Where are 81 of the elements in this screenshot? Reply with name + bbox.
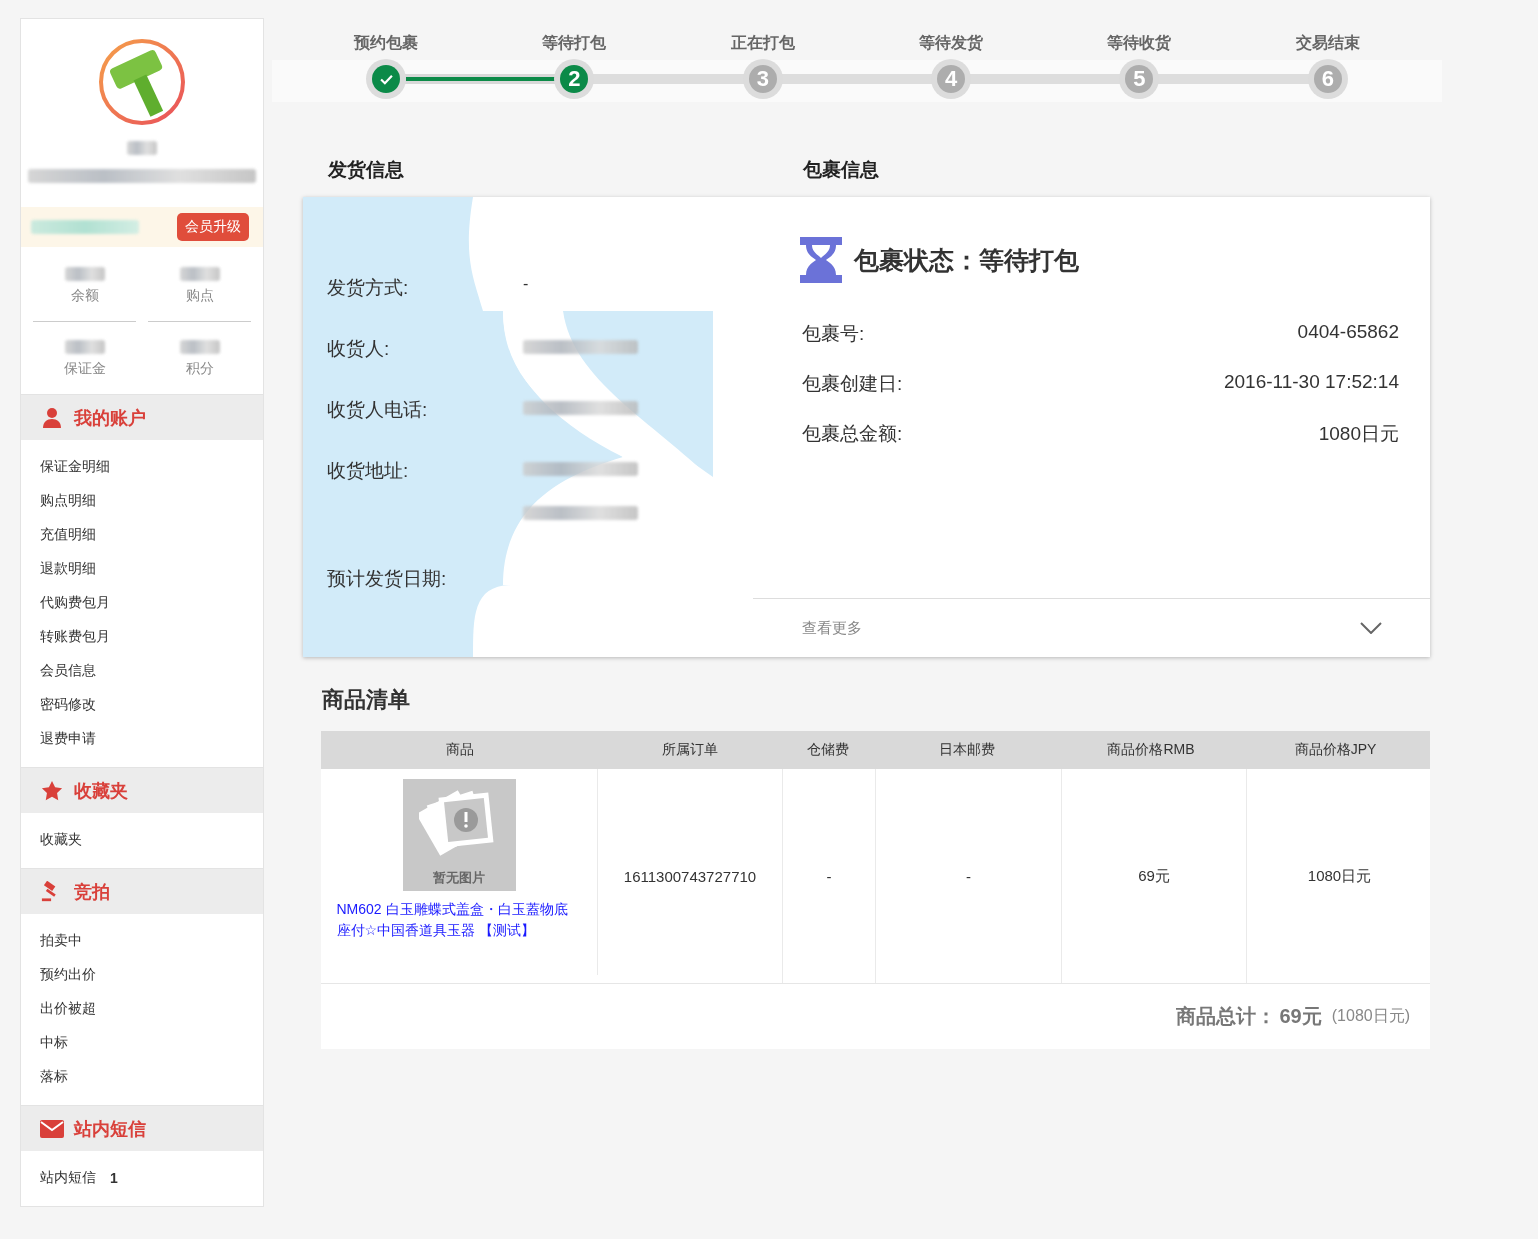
column-header: 日本邮费	[937, 741, 996, 759]
sidebar-item[interactable]: 站内短信	[40, 1169, 96, 1187]
sidebar-item[interactable]: 出价被超	[40, 1000, 96, 1018]
sidebar-item[interactable]: 转账费包月	[40, 628, 110, 646]
section-header: 我的账户	[21, 395, 263, 440]
total-label: 商品总计：	[1175, 1004, 1276, 1029]
sidebar-item[interactable]: 收藏夹	[40, 831, 82, 849]
star-icon	[40, 779, 64, 802]
sidebar-item[interactable]: 中标	[40, 1034, 68, 1052]
stat-label: 余额	[70, 287, 99, 305]
field-label: 收货地址:	[327, 459, 410, 483]
table-cell: -	[876, 769, 1062, 983]
table-cell: 69元	[1062, 769, 1247, 983]
product-link[interactable]: NM602 白玉雕蝶式盖盒・白玉蓋物底座付☆中国香道具玉器 【测试】	[336, 899, 582, 941]
total-jpy: (1080日元)	[1331, 1006, 1410, 1026]
field-label: 包裹总金额:	[802, 422, 903, 446]
sidebar-item[interactable]: 退费申请	[40, 730, 96, 748]
step-label: 交易结束	[1295, 33, 1360, 53]
column-header: 仓储费	[806, 741, 850, 759]
column-header: 商品价格JPY	[1293, 741, 1378, 759]
section-title: 包裹信息	[803, 158, 879, 182]
check-icon	[379, 73, 393, 85]
field-value: 0404-65862	[1297, 321, 1399, 344]
column-header: 所属订单	[661, 741, 719, 759]
section-header: 收藏夹	[21, 768, 263, 813]
sidebar-item[interactable]: 预约出价	[40, 966, 96, 984]
no-image-caption: 暂无图片	[433, 869, 485, 887]
step-marker: 5	[1119, 59, 1160, 99]
section-title: 发货信息	[328, 158, 405, 182]
sidebar-item[interactable]: 退款明细	[40, 560, 96, 578]
step-label: 等待发货	[919, 33, 984, 54]
field-value: -	[523, 275, 529, 293]
sidebar-item[interactable]: 代购费包月	[40, 594, 110, 612]
sidebar-item[interactable]: 落标	[40, 1068, 68, 1086]
table-cell: 1611300743727710	[598, 769, 783, 983]
step-marker: 4	[931, 59, 972, 99]
blurred-text	[64, 340, 105, 354]
sidebar-item[interactable]: 密码修改	[40, 696, 96, 714]
upgrade-button[interactable]: 会员升级	[177, 213, 249, 241]
field-label: 包裹创建日:	[802, 372, 903, 396]
table-cell-text: 1080日元	[1306, 865, 1373, 886]
step-label: 等待收货	[1107, 33, 1172, 54]
hourglass-icon	[798, 235, 844, 285]
stat-label: 保证金	[63, 360, 106, 378]
step-label: 等待打包	[542, 33, 607, 53]
blurred-text	[179, 340, 220, 354]
field-label: 发货方式:	[327, 276, 410, 300]
step-marker: 3	[742, 59, 783, 99]
person-icon	[40, 406, 64, 429]
field-value: 1080日元	[1318, 422, 1399, 446]
view-more-link[interactable]: 查看更多	[802, 618, 862, 638]
step-marker: 6	[1307, 59, 1348, 99]
stat-label: 积分	[185, 360, 214, 378]
field-value: 2016-11-30 17:52:14	[1223, 371, 1399, 394]
column-header: 商品价格RMB	[1106, 741, 1196, 759]
blurred-text	[179, 267, 220, 281]
message-count: 1	[110, 1170, 118, 1186]
envelope-icon	[40, 1117, 64, 1140]
sidebar-item[interactable]: 保证金明细	[40, 458, 110, 476]
field-label: 包裹号:	[802, 322, 865, 346]
step-marker: 2	[554, 59, 595, 99]
sidebar-item[interactable]: 购点明细	[40, 492, 96, 510]
step-label: 正在打包	[730, 33, 795, 53]
blurred-text	[64, 267, 105, 281]
field-label: 收货人电话:	[327, 398, 429, 422]
section-header: 竞拍	[21, 869, 263, 914]
table-cell: -	[783, 769, 876, 983]
sidebar-item[interactable]: 充值明细	[40, 526, 96, 544]
package-status: 包裹状态：等待打包	[854, 244, 1079, 276]
section-title: 商品清单	[322, 686, 411, 714]
chevron-down-icon[interactable]	[1360, 622, 1382, 634]
total-value: 69元	[1279, 1004, 1322, 1029]
stat-label: 购点	[185, 287, 214, 305]
sidebar-item[interactable]: 会员信息	[40, 662, 96, 680]
field-label: 预计发货日期:	[327, 567, 448, 591]
field-label: 收货人:	[327, 337, 391, 361]
sidebar-item[interactable]: 拍卖中	[40, 932, 82, 950]
step-label: 预约包裹	[354, 33, 419, 53]
section-header: 站内短信	[21, 1106, 263, 1151]
column-header: 商品	[444, 741, 475, 759]
blurred-text	[127, 141, 157, 155]
